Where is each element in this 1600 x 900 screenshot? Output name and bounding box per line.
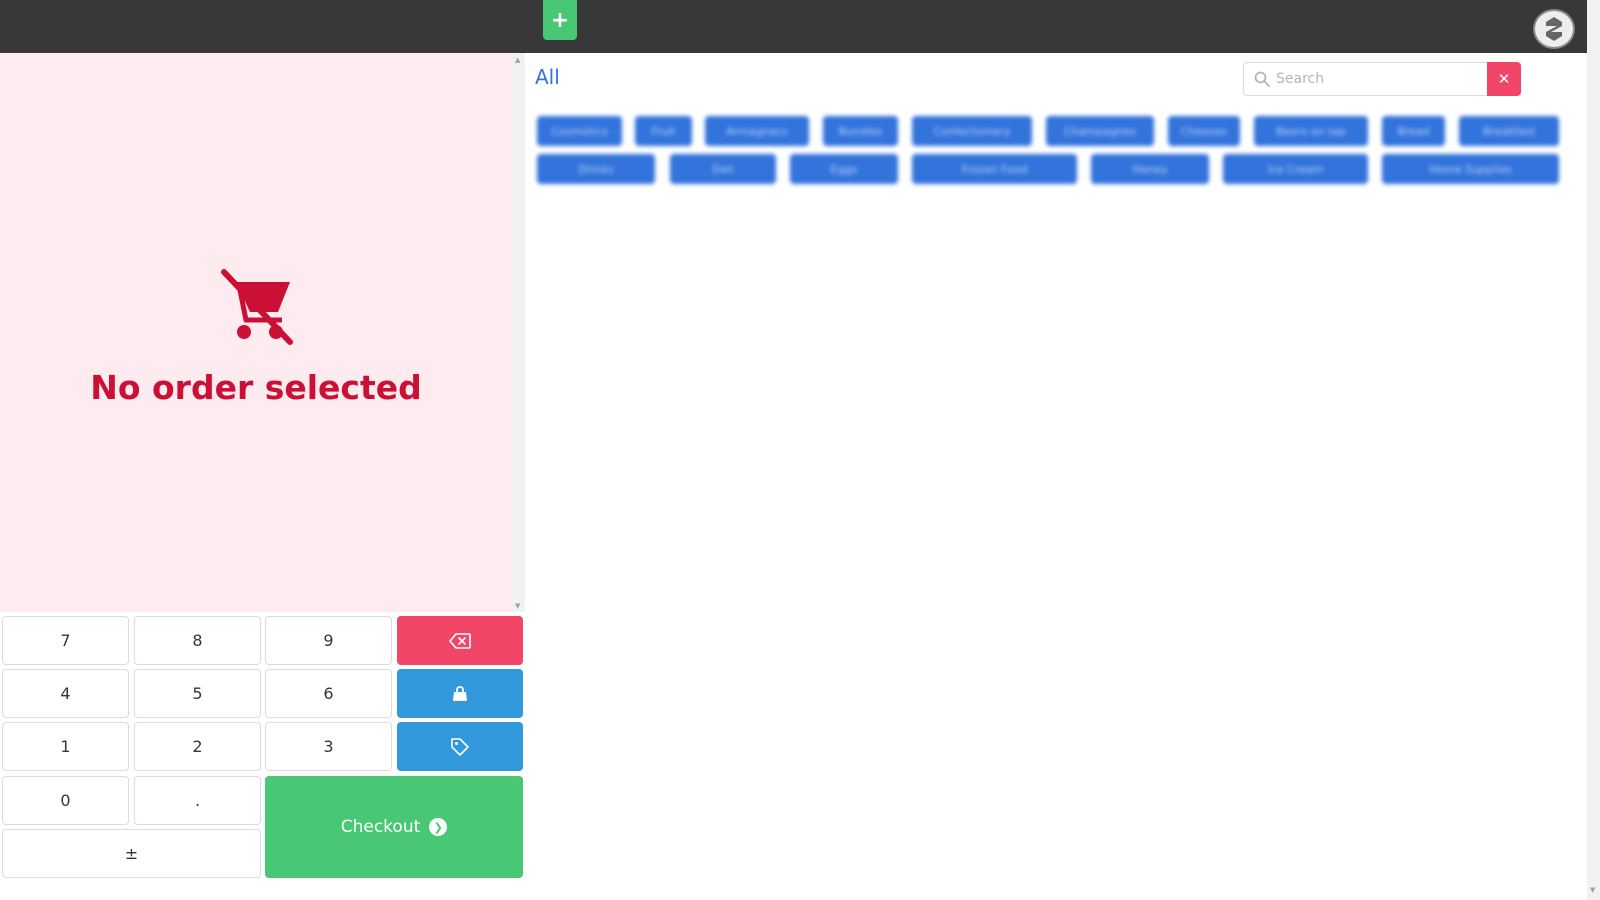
order-panel: No order selected ▲ ▼ [0,53,525,900]
category-button[interactable]: Home Supplies [1382,154,1559,184]
category-button[interactable]: Champagnes [1046,116,1154,146]
products-panel: All ✕ Cosmetics Fruit Armagnacs Bundles … [525,53,1587,900]
page-scrollbar[interactable]: ▼ [1587,0,1600,900]
category-button[interactable]: Confectionery [912,116,1032,146]
new-order-button[interactable]: + [543,0,577,40]
key-3[interactable]: 3 [265,722,392,771]
order-scrollbar[interactable]: ▲ ▼ [512,53,525,612]
scroll-down-icon[interactable]: ▼ [515,602,520,610]
backspace-button[interactable] [397,616,523,665]
search-input[interactable] [1276,63,1476,95]
category-filter-all[interactable]: All [535,65,560,89]
discount-button[interactable] [397,722,523,771]
category-button[interactable]: Deli [670,154,776,184]
order-lines-area: No order selected [0,53,512,612]
bag-button[interactable] [397,669,523,718]
scroll-up-icon[interactable]: ▲ [515,56,520,64]
clear-search-button[interactable]: ✕ [1487,62,1521,96]
key-decimal[interactable]: . [134,776,261,825]
category-button[interactable]: Eggs [790,154,898,184]
bag-icon [453,685,467,701]
app-logo-icon[interactable] [1533,9,1575,49]
category-button[interactable]: Honey [1091,154,1209,184]
category-button[interactable]: Cheeses [1168,116,1240,146]
category-button[interactable]: Fruit [635,116,692,146]
key-9[interactable]: 9 [265,616,392,665]
search-box[interactable] [1243,62,1489,96]
key-plus-minus[interactable]: ± [2,829,261,878]
search-icon [1254,71,1270,87]
top-bar: + [0,0,1600,53]
key-8[interactable]: 8 [134,616,261,665]
key-0[interactable]: 0 [2,776,129,825]
checkout-button[interactable]: Checkout ❯ [265,776,523,878]
category-button[interactable]: Bundles [823,116,898,146]
scroll-down-icon[interactable]: ▼ [1590,886,1595,894]
category-button[interactable]: Frozen Food [912,154,1077,184]
key-4[interactable]: 4 [2,669,129,718]
category-button[interactable]: Cosmetics [537,116,622,146]
key-2[interactable]: 2 [134,722,261,771]
category-button[interactable]: Ice Cream [1223,154,1368,184]
key-7[interactable]: 7 [2,616,129,665]
empty-order-state: No order selected [0,268,512,407]
key-5[interactable]: 5 [134,669,261,718]
no-order-message: No order selected [90,368,422,407]
category-button[interactable]: Bread [1382,116,1445,146]
checkout-label: Checkout [340,817,421,837]
category-button[interactable]: Beers on tap [1254,116,1368,146]
backspace-icon [449,632,471,649]
key-6[interactable]: 6 [265,669,392,718]
category-button[interactable]: Drinks [537,154,655,184]
key-1[interactable]: 1 [2,722,129,771]
cart-off-icon [221,269,293,345]
category-button[interactable]: Breakfast [1459,116,1559,146]
arrow-right-circle-icon: ❯ [429,818,448,836]
category-button[interactable]: Armagnacs [705,116,809,146]
tag-icon [451,737,469,756]
